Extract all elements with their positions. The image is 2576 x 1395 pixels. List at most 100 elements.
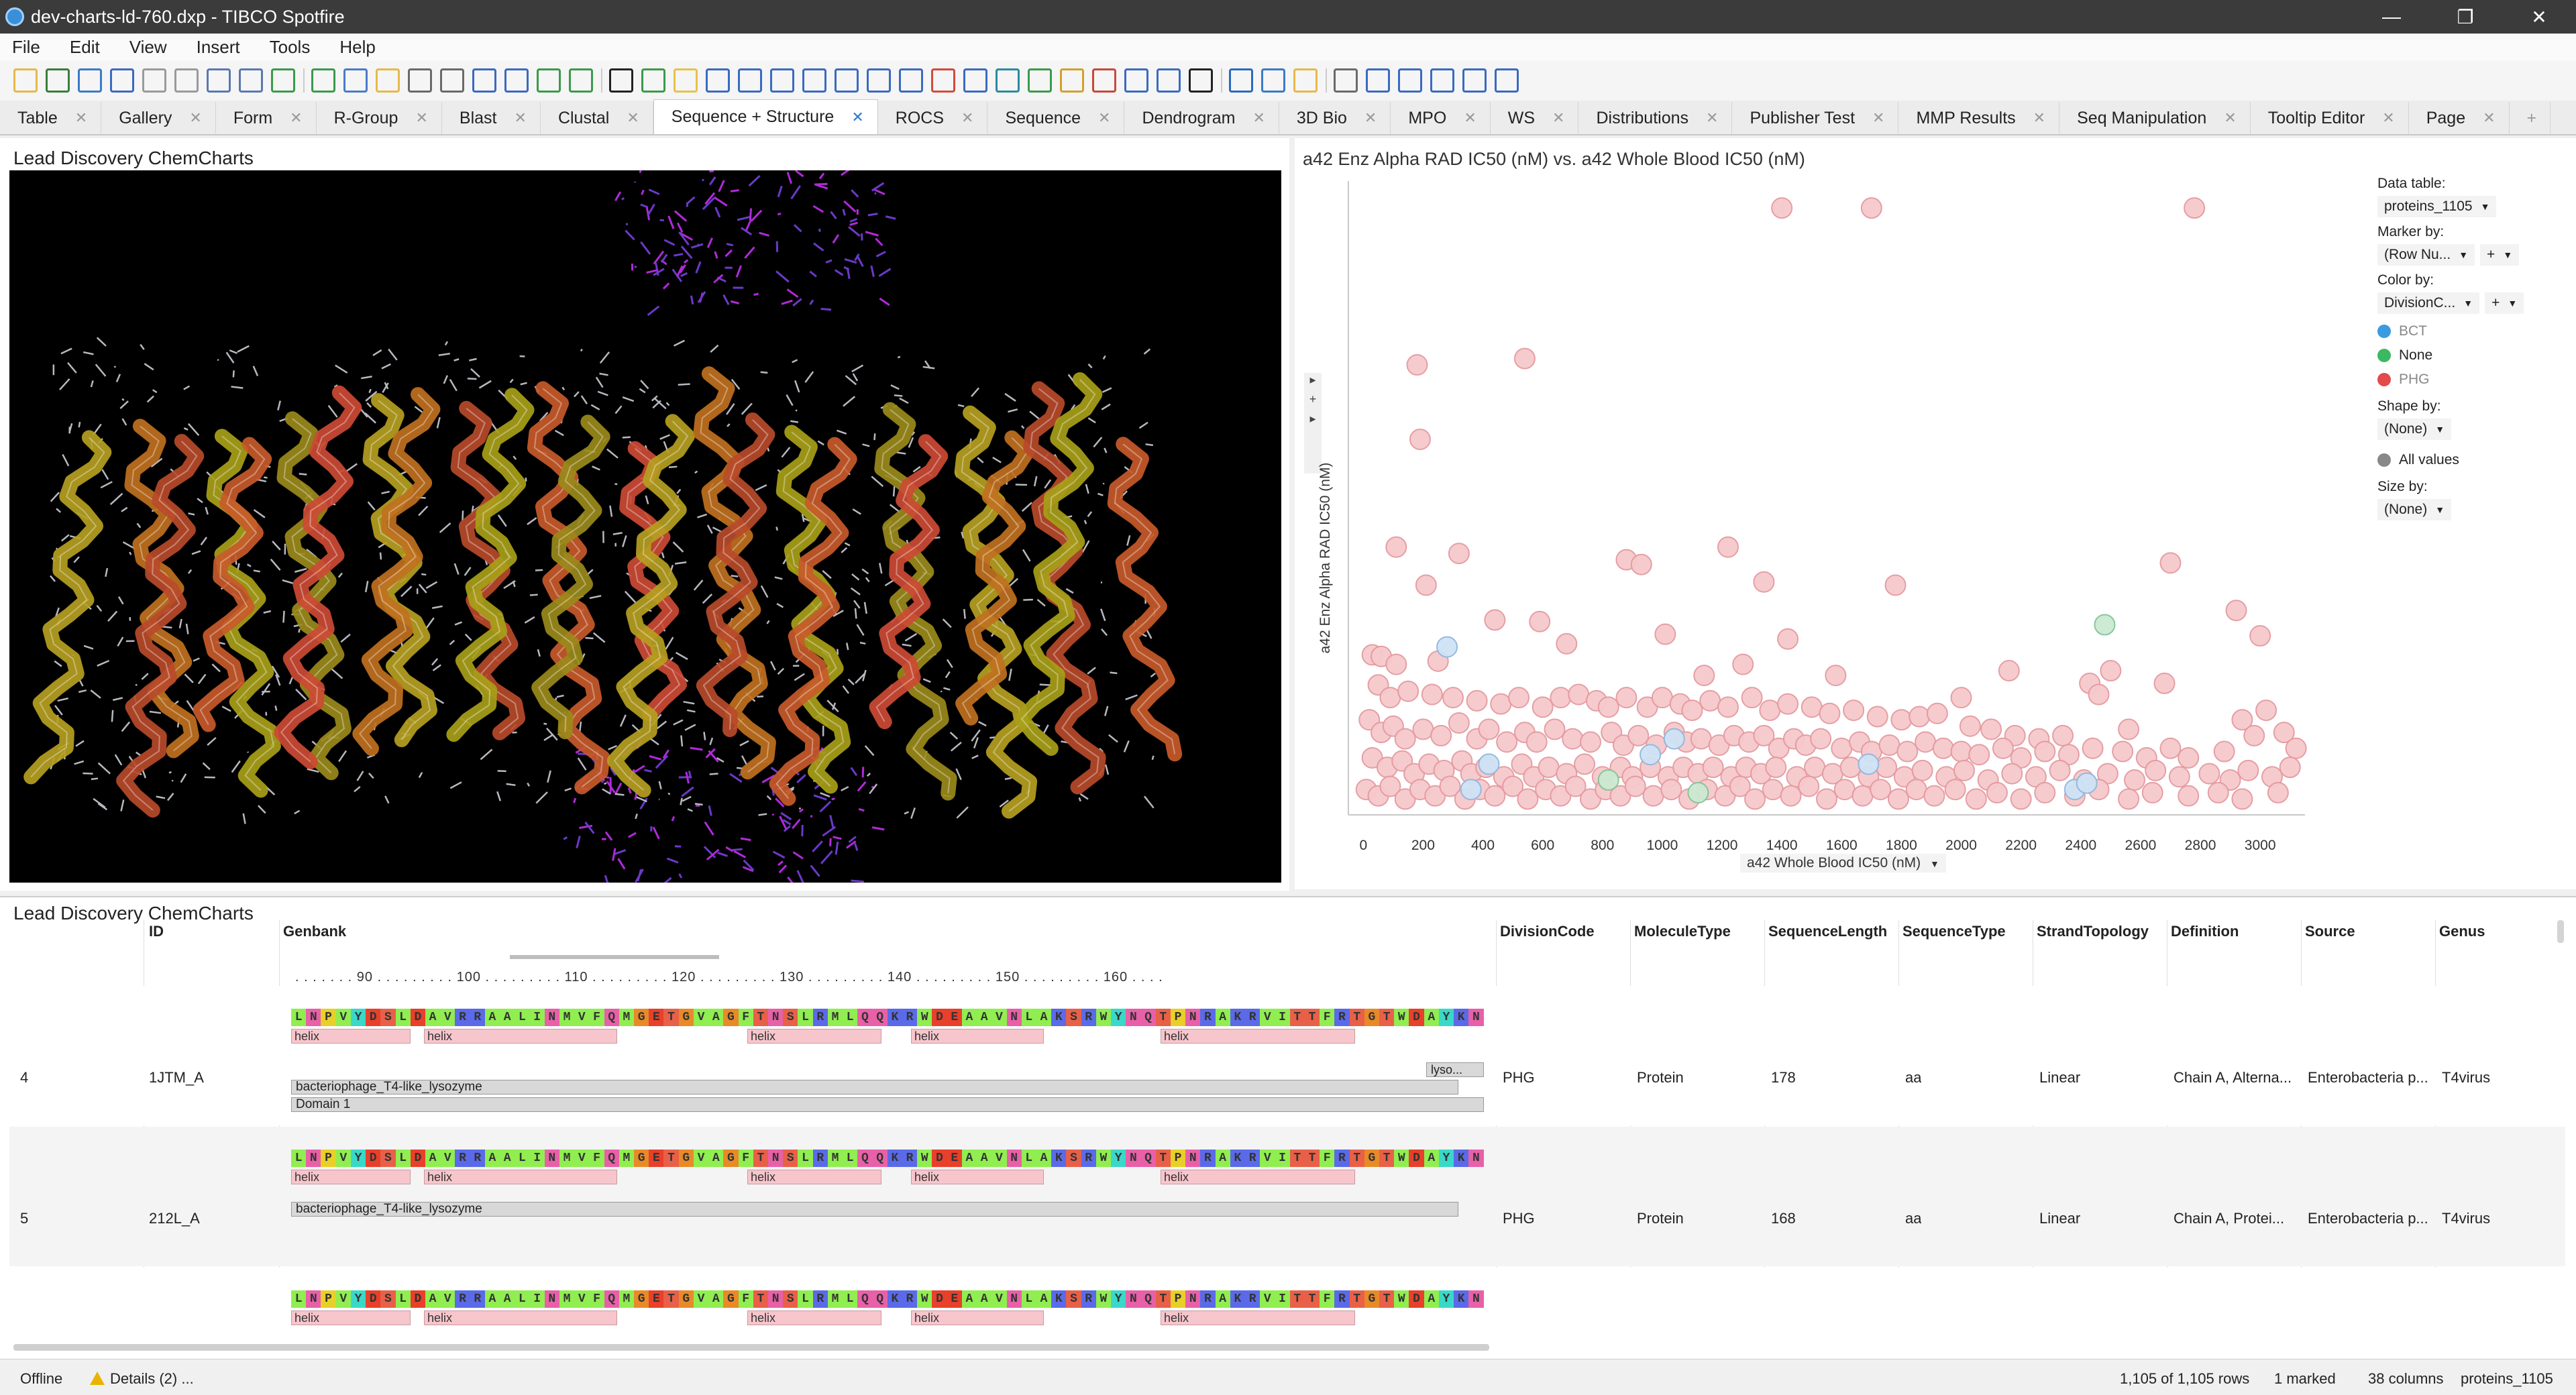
scatter-marker-phg[interactable]: [2052, 724, 2074, 746]
close-tab-icon[interactable]: ✕: [415, 109, 427, 127]
toolbar-tool-icon[interactable]: [1366, 68, 1390, 93]
scatter-marker-phg[interactable]: [1699, 689, 1721, 712]
scatter-marker-phg[interactable]: [2112, 740, 2134, 763]
column-header-genbank[interactable]: Genbank: [283, 923, 346, 940]
scatter-marker-phg[interactable]: [1831, 737, 1853, 759]
close-tab-icon[interactable]: ✕: [1872, 109, 1884, 127]
column-header-strandtopology[interactable]: StrandTopology: [2037, 923, 2149, 940]
toolbar-tool-icon[interactable]: [963, 68, 987, 93]
scatter-marker-phg[interactable]: [1860, 197, 1882, 219]
scatter-marker-phg[interactable]: [1887, 788, 1909, 810]
toolbar-tool-icon[interactable]: [142, 68, 166, 93]
scatter-marker-phg[interactable]: [2153, 672, 2176, 694]
toolbar-tool-icon[interactable]: [271, 68, 295, 93]
close-tab-icon[interactable]: ✕: [851, 109, 863, 126]
status-data-table[interactable]: proteins_1105: [2461, 1370, 2553, 1388]
scatter-marker-phg[interactable]: [2178, 785, 2200, 807]
legend-entry-none[interactable]: None: [2377, 343, 2572, 368]
toolbar-tool-icon[interactable]: [674, 68, 698, 93]
scatter-marker-phg[interactable]: [1385, 536, 1407, 558]
helix-annotation[interactable]: helix: [424, 1170, 617, 1184]
scatter-marker-phg[interactable]: [1944, 779, 1966, 801]
toolbar-tool-icon[interactable]: [207, 68, 231, 93]
scatter-marker-phg[interactable]: [1965, 788, 1987, 810]
scatter-marker-none[interactable]: [1687, 781, 1709, 803]
tab-table[interactable]: Table ✕: [0, 102, 102, 134]
sequence-strip[interactable]: LNPVYDSLDAVRRAALINMVFQMGETGVAGFTNSLRMLQQ…: [291, 1150, 1484, 1167]
close-icon[interactable]: ✕: [2502, 0, 2576, 34]
close-tab-icon[interactable]: ✕: [290, 109, 302, 127]
tab-tooltip-editor[interactable]: Tooltip Editor ✕: [2251, 102, 2409, 134]
scatter-marker-phg[interactable]: [1394, 728, 1416, 750]
scatter-marker-bct[interactable]: [1640, 744, 1662, 766]
toolbar-tool-icon[interactable]: [1495, 68, 1519, 93]
scatter-marker-phg[interactable]: [1876, 757, 1898, 779]
scatter-marker-phg[interactable]: [2178, 746, 2200, 769]
toolbar-tool-icon[interactable]: [1028, 68, 1052, 93]
scatter-marker-phg[interactable]: [1406, 354, 1428, 376]
toolbar-tool-icon[interactable]: [1293, 68, 1318, 93]
minimize-icon[interactable]: —: [2355, 0, 2428, 34]
toolbar-tool-icon[interactable]: [867, 68, 891, 93]
scatter-marker-phg[interactable]: [1870, 779, 1892, 801]
toolbar-tool-icon[interactable]: [1124, 68, 1148, 93]
scatter-marker-phg[interactable]: [1702, 757, 1724, 779]
scatter-marker-phg[interactable]: [1762, 779, 1784, 801]
scatter-marker-phg[interactable]: [1379, 687, 1401, 709]
tab-form[interactable]: Form ✕: [216, 102, 317, 134]
column-header-sequencetype[interactable]: SequenceType: [1902, 923, 2006, 940]
scatter-marker-phg[interactable]: [2145, 759, 2167, 781]
scatter-marker-phg[interactable]: [1926, 702, 1948, 724]
tab-publisher-test[interactable]: Publisher Test ✕: [1732, 102, 1899, 134]
scatter-marker-phg[interactable]: [2249, 625, 2271, 647]
close-tab-icon[interactable]: ✕: [2224, 109, 2236, 127]
tab-blast[interactable]: Blast ✕: [442, 102, 541, 134]
scatter-marker-phg[interactable]: [1484, 785, 1506, 807]
toolbar-tool-icon[interactable]: [537, 68, 561, 93]
scatter-marker-phg[interactable]: [1385, 653, 1407, 675]
data-table-dropdown[interactable]: proteins_1105 ▼: [2377, 196, 2497, 217]
scatter-marker-phg[interactable]: [1896, 740, 1919, 763]
scatter-marker-phg[interactable]: [2255, 700, 2277, 722]
scatter-marker-phg[interactable]: [1651, 687, 1673, 709]
toolbar-tool-icon[interactable]: [504, 68, 529, 93]
column-header-id[interactable]: ID: [149, 923, 164, 940]
toolbar-tool-icon[interactable]: [569, 68, 593, 93]
tab-r-group[interactable]: R-Group ✕: [317, 102, 442, 134]
ruler-scroll-thumb[interactable]: [510, 955, 719, 959]
scatter-marker-phg[interactable]: [1741, 687, 1763, 709]
scatter-marker-phg[interactable]: [2168, 766, 2190, 788]
scatter-marker-phg[interactable]: [1448, 543, 1470, 565]
scatter-marker-phg[interactable]: [1624, 775, 1646, 797]
toolbar-tool-icon[interactable]: [110, 68, 134, 93]
toolbar-tool-icon[interactable]: [472, 68, 496, 93]
y-axis-label[interactable]: a42 Enz Alpha RAD IC50 (nM): [1318, 431, 1334, 685]
helix-annotation[interactable]: helix: [1161, 1029, 1355, 1044]
helix-annotation[interactable]: helix: [747, 1310, 881, 1325]
scatter-marker-phg[interactable]: [1816, 788, 1837, 810]
scatter-marker-phg[interactable]: [1833, 779, 1856, 801]
toolbar-tool-icon[interactable]: [1334, 68, 1358, 93]
scatter-marker-phg[interactable]: [2231, 788, 2253, 810]
scatter-marker-phg[interactable]: [2088, 683, 2110, 706]
scatter-marker-phg[interactable]: [2034, 781, 2056, 803]
scatter-marker-phg[interactable]: [2159, 737, 2182, 759]
toolbar-tool-icon[interactable]: [440, 68, 464, 93]
scatter-marker-phg[interactable]: [1866, 706, 1888, 728]
scatter-marker-phg[interactable]: [1798, 775, 1820, 797]
menu-edit[interactable]: Edit: [70, 37, 100, 58]
close-tab-icon[interactable]: ✕: [1706, 109, 1718, 127]
scatter-marker-phg[interactable]: [2001, 763, 2023, 785]
close-tab-icon[interactable]: ✕: [1098, 109, 1110, 127]
scatter-marker-phg[interactable]: [1950, 687, 1972, 709]
add-page-button[interactable]: +: [2510, 102, 2551, 134]
scatter-marker-phg[interactable]: [1765, 757, 1787, 779]
scatter-marker-phg[interactable]: [1878, 734, 1900, 757]
legend-entry-bct[interactable]: BCT: [2377, 319, 2572, 343]
sequence-strip[interactable]: LNPVYDSLDAVRRAALINMVFQMGETGVAGFTNSLRMLQQ…: [291, 1009, 1484, 1026]
toolbar-tool-icon[interactable]: [802, 68, 826, 93]
scatter-marker-phg[interactable]: [1496, 731, 1518, 753]
scatter-marker-phg[interactable]: [1409, 429, 1431, 451]
scatter-marker-phg[interactable]: [1412, 718, 1434, 740]
tab-mpo[interactable]: MPO ✕: [1391, 102, 1491, 134]
